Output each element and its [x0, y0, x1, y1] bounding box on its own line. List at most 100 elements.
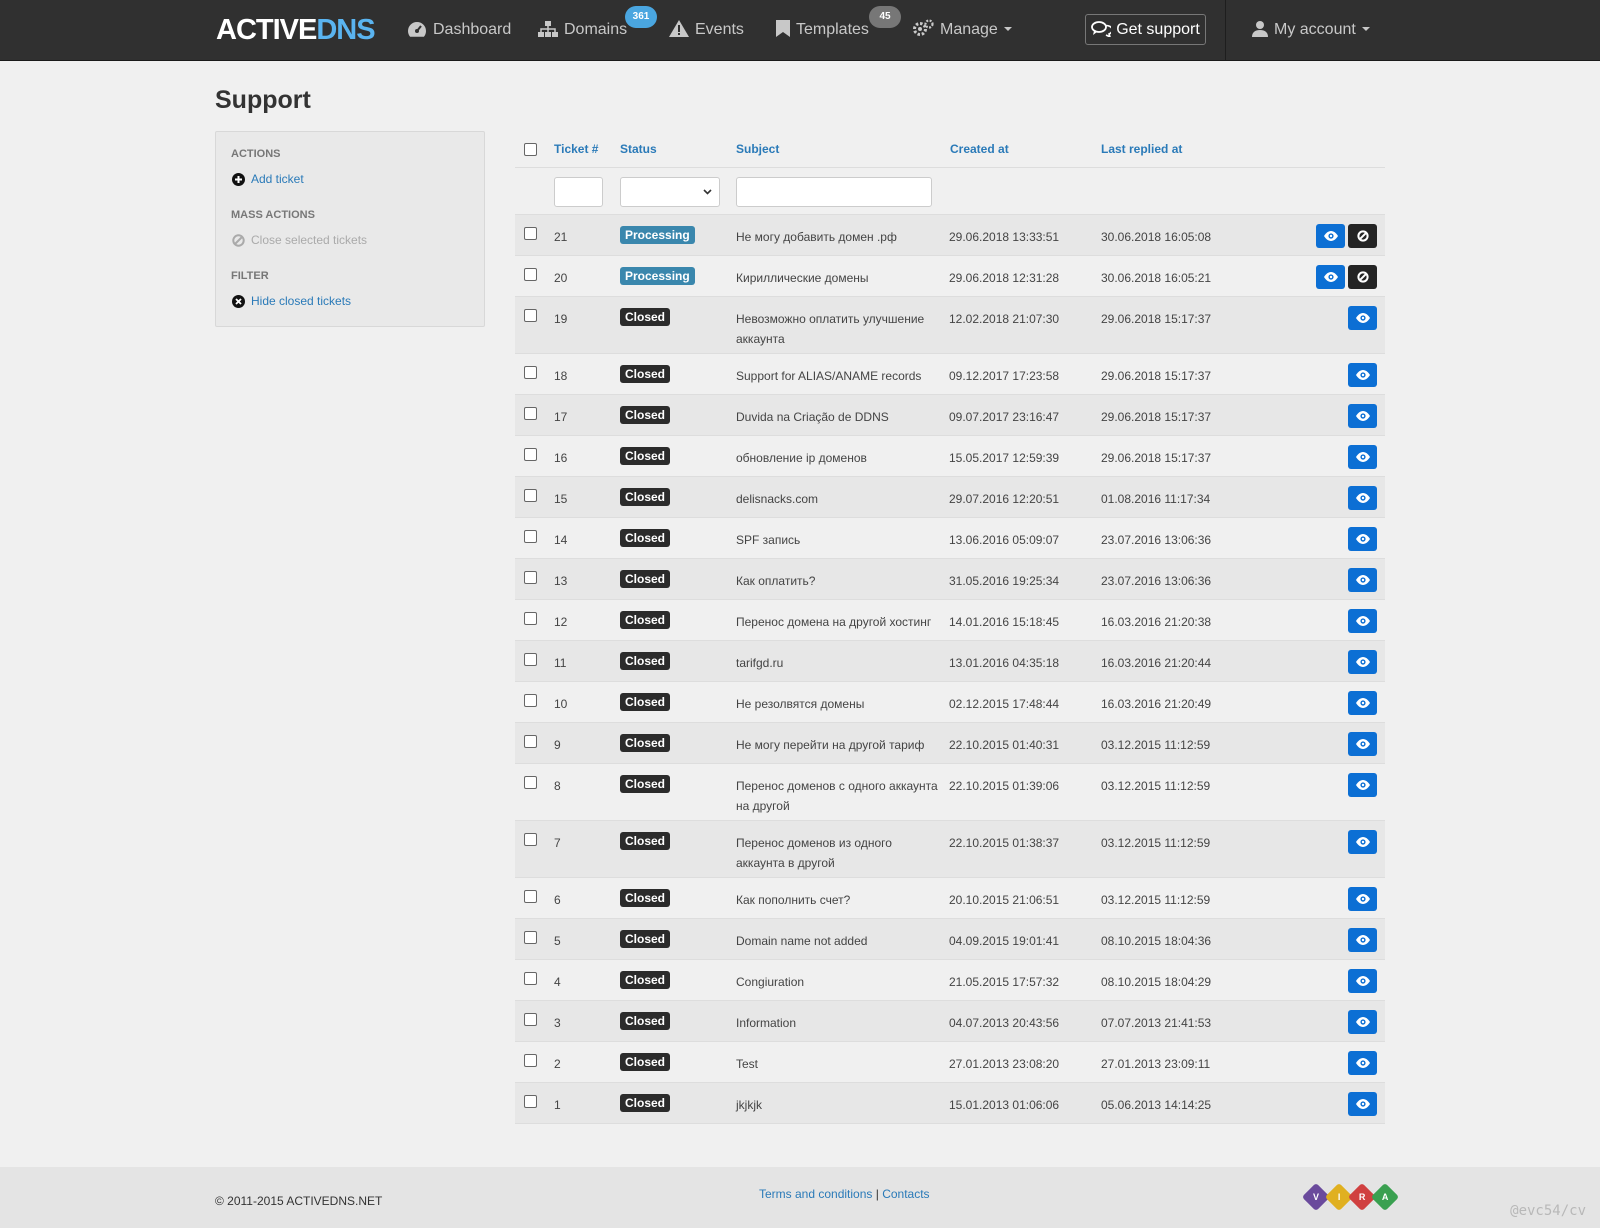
created-at: 21.05.2015 17:57:32	[949, 975, 1060, 989]
ticket-subject: Кириллические домены	[736, 271, 869, 285]
view-ticket-button[interactable]	[1348, 306, 1377, 330]
view-ticket-button[interactable]	[1316, 224, 1345, 248]
row-checkbox[interactable]	[524, 1013, 537, 1026]
vira-logo-letter: I	[1337, 1191, 1341, 1202]
sidebar-panel: ACTIONS Add ticket MASS ACTIONS Close se…	[215, 131, 485, 327]
nav-dashboard-label: Dashboard	[433, 21, 512, 38]
row-checkbox[interactable]	[524, 931, 537, 944]
chevron-down-icon	[1361, 27, 1370, 31]
column-header-created[interactable]: Created at	[950, 142, 1009, 156]
row-checkbox[interactable]	[524, 407, 537, 420]
row-checkbox[interactable]	[524, 366, 537, 379]
column-header-replied[interactable]: Last replied at	[1101, 142, 1182, 156]
created-at: 22.10.2015 01:40:31	[949, 738, 1060, 752]
status-badge: Closed	[620, 447, 671, 465]
view-ticket-button[interactable]	[1348, 609, 1377, 633]
row-checkbox[interactable]	[524, 612, 537, 625]
last-replied-at: 16.03.2016 21:20:44	[1101, 656, 1212, 670]
ticket-number-filter[interactable]	[554, 177, 603, 207]
eye-icon	[1355, 739, 1370, 749]
view-ticket-button[interactable]	[1348, 1092, 1377, 1116]
created-at: 14.01.2016 15:18:45	[949, 615, 1060, 629]
status-filter-select[interactable]	[620, 177, 720, 207]
view-ticket-button[interactable]	[1348, 1010, 1377, 1034]
status-cell: Closed	[620, 970, 671, 990]
row-checkbox[interactable]	[524, 776, 537, 789]
view-ticket-button[interactable]	[1348, 887, 1377, 911]
view-ticket-button[interactable]	[1348, 527, 1377, 551]
nav-my-account[interactable]: My account	[1252, 0, 1370, 60]
close-ticket-button[interactable]	[1348, 265, 1377, 289]
last-replied-at: 23.07.2016 13:06:36	[1101, 533, 1212, 547]
status-badge: Closed	[620, 570, 671, 588]
last-replied-at: 16.03.2016 21:20:49	[1101, 697, 1212, 711]
ticket-subject: Перенос домена на другой хостинг	[736, 615, 932, 629]
created-at: 20.10.2015 21:06:51	[949, 893, 1060, 907]
row-checkbox[interactable]	[524, 571, 537, 584]
created-at: 29.07.2016 12:20:51	[949, 492, 1060, 506]
view-ticket-button[interactable]	[1348, 363, 1377, 387]
table-row: 4 Closed Congiuration 21.05.2015 17:57:32 08…	[515, 960, 1385, 1001]
status-badge: Closed	[620, 693, 671, 711]
row-checkbox[interactable]	[524, 489, 537, 502]
eye-icon	[1355, 493, 1370, 503]
plus-circle-icon	[232, 173, 245, 186]
row-checkbox[interactable]	[524, 890, 537, 903]
row-checkbox[interactable]	[524, 309, 537, 322]
row-checkbox[interactable]	[524, 227, 537, 240]
view-ticket-button[interactable]	[1348, 568, 1377, 592]
view-ticket-button[interactable]	[1348, 928, 1377, 952]
nav-manage[interactable]: Manage	[913, 0, 1012, 60]
view-ticket-button[interactable]	[1348, 404, 1377, 428]
vira-logo[interactable]: VIRA	[1301, 1182, 1400, 1212]
select-all-checkbox[interactable]	[524, 143, 537, 156]
ticket-number: 3	[554, 1016, 561, 1030]
row-checkbox[interactable]	[524, 972, 537, 985]
eye-icon	[1355, 1017, 1370, 1027]
contacts-link[interactable]: Contacts	[882, 1187, 929, 1201]
last-replied-at: 08.10.2015 18:04:29	[1101, 975, 1212, 989]
row-checkbox[interactable]	[524, 653, 537, 666]
brand-logo[interactable]: ACTIVEDNS	[216, 14, 376, 47]
row-checkbox[interactable]	[524, 735, 537, 748]
close-selected-link[interactable]: Close selected tickets	[232, 233, 367, 247]
row-checkbox[interactable]	[524, 268, 537, 281]
row-checkbox[interactable]	[524, 1095, 537, 1108]
row-checkbox[interactable]	[524, 833, 537, 846]
row-checkbox[interactable]	[524, 530, 537, 543]
view-ticket-button[interactable]	[1348, 445, 1377, 469]
view-ticket-button[interactable]	[1348, 486, 1377, 510]
view-ticket-button[interactable]	[1348, 969, 1377, 993]
column-header-status[interactable]: Status	[620, 142, 657, 156]
hide-closed-link[interactable]: Hide closed tickets	[232, 294, 351, 308]
ticket-subject: Как оплатить?	[736, 574, 816, 588]
nav-dashboard[interactable]: Dashboard	[407, 0, 511, 60]
subject-filter[interactable]	[736, 177, 932, 207]
column-header-subject[interactable]: Subject	[736, 142, 779, 156]
terms-link[interactable]: Terms and conditions	[759, 1187, 872, 1201]
column-header-ticket[interactable]: Ticket #	[554, 142, 598, 156]
ticket-number: 18	[554, 369, 568, 383]
close-selected-label: Close selected tickets	[251, 233, 368, 247]
view-ticket-button[interactable]	[1348, 691, 1377, 715]
view-ticket-button[interactable]	[1348, 830, 1377, 854]
row-checkbox[interactable]	[524, 1054, 537, 1067]
row-checkbox[interactable]	[524, 694, 537, 707]
view-ticket-button[interactable]	[1348, 773, 1377, 797]
view-ticket-button[interactable]	[1348, 1051, 1377, 1075]
last-replied-at: 08.10.2015 18:04:36	[1101, 934, 1212, 948]
nav-events[interactable]: Events	[669, 0, 744, 60]
view-ticket-button[interactable]	[1348, 732, 1377, 756]
eye-icon	[1355, 616, 1370, 626]
created-at: 22.10.2015 01:39:06	[949, 779, 1060, 793]
close-ticket-button[interactable]	[1348, 224, 1377, 248]
row-checkbox[interactable]	[524, 448, 537, 461]
get-support-button[interactable]: Get support	[1085, 14, 1206, 45]
last-replied-at: 07.07.2013 21:41:53	[1101, 1016, 1212, 1030]
add-ticket-link[interactable]: Add ticket	[232, 172, 304, 186]
view-ticket-button[interactable]	[1348, 650, 1377, 674]
status-badge: Processing	[620, 267, 695, 285]
nav-domains[interactable]: Domains	[538, 0, 627, 60]
view-ticket-button[interactable]	[1316, 265, 1345, 289]
nav-templates[interactable]: Templates	[776, 0, 869, 60]
